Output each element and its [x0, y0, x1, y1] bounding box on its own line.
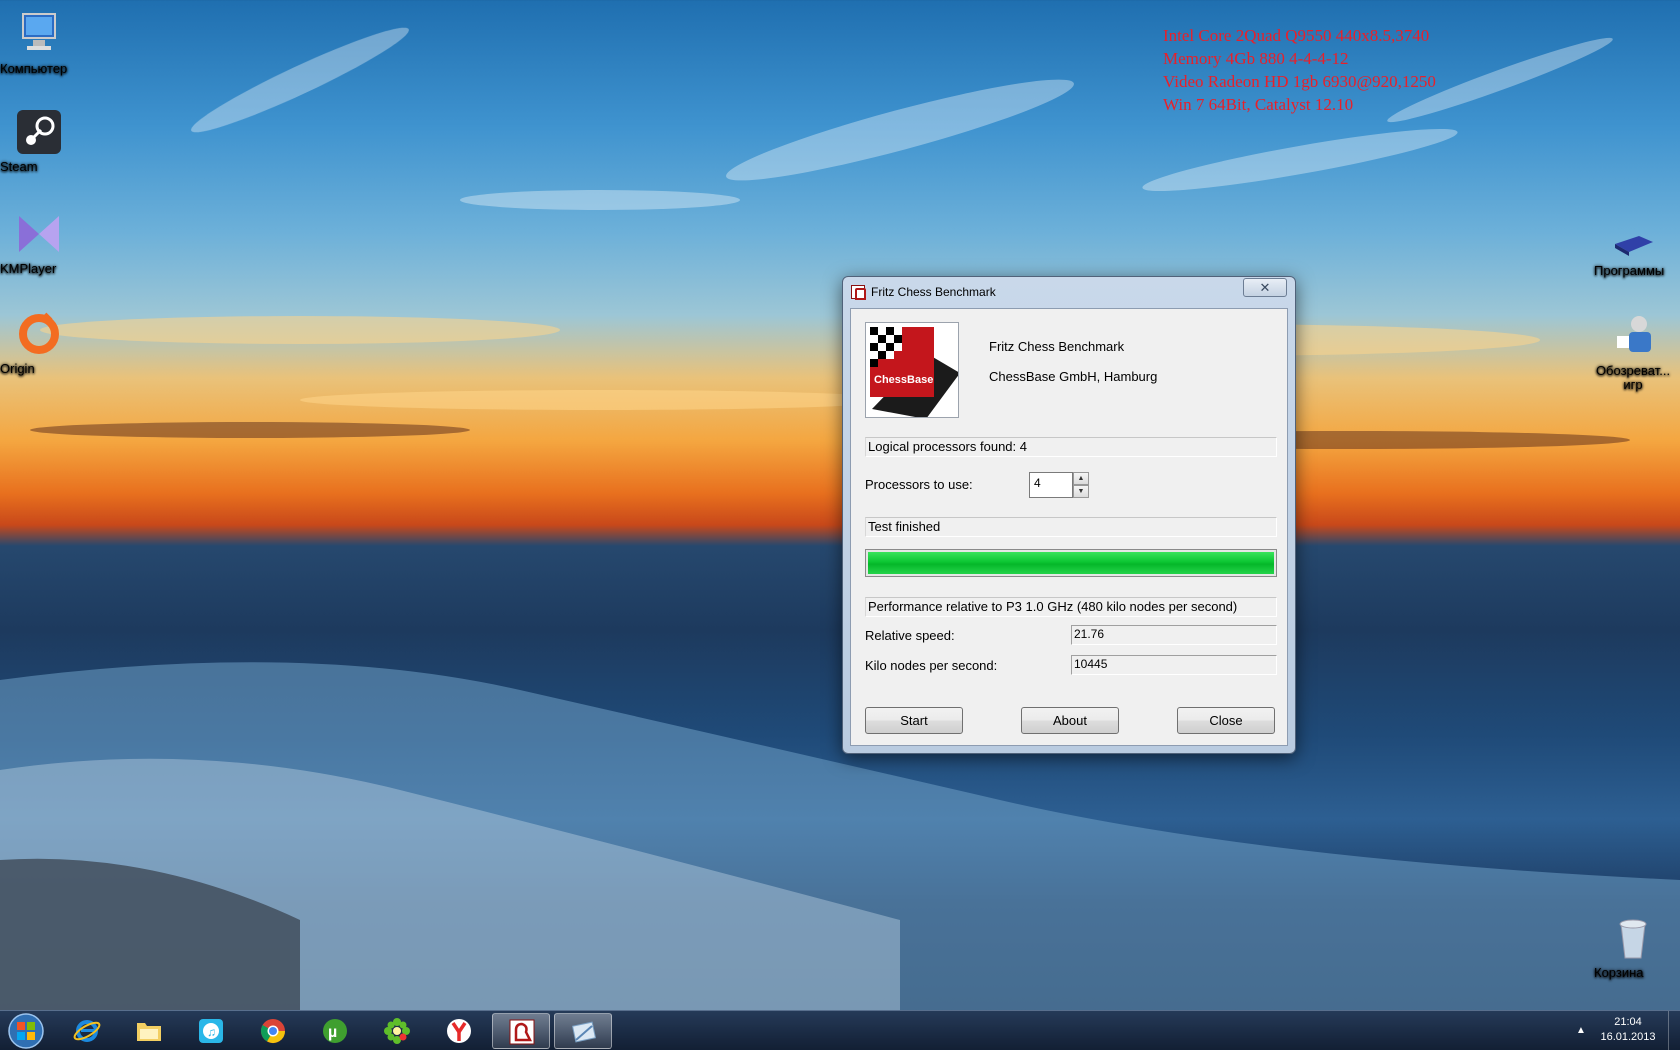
desktop-icon-label: Программы [1594, 263, 1665, 278]
desktop-icon-origin[interactable]: Origin [0, 310, 78, 376]
origin-icon [15, 310, 63, 358]
yandex-icon [445, 1017, 473, 1045]
ie-icon [73, 1017, 101, 1045]
desktop-icon-label: Обозреват... игр [1595, 363, 1671, 392]
benchmark-progress-bar [865, 549, 1277, 577]
processors-spinner[interactable]: 4 ▲ ▼ [1029, 472, 1089, 498]
start-button-orb[interactable] [6, 1012, 46, 1050]
svg-text:♫: ♫ [207, 1025, 216, 1039]
system-specs-overlay: Intel Core 2Quad Q9550 440x8.5,3740 Memo… [1163, 24, 1436, 116]
recycle-bin-icon [1609, 914, 1657, 962]
itunes-icon: ♫ [197, 1017, 225, 1045]
clock-date: 16.01.2013 [1600, 1031, 1656, 1043]
desktop-icon-computer[interactable]: Компьютер [0, 10, 78, 76]
specs-line-cpu: Intel Core 2Quad Q9550 440x8.5,3740 [1163, 26, 1430, 45]
folder-icon [135, 1017, 163, 1045]
games-explorer-icon [1609, 312, 1657, 360]
taskbar-icq[interactable] [368, 1013, 426, 1049]
progress-fill [868, 552, 1274, 574]
knps-label: Kilo nodes per second: [865, 658, 998, 673]
relative-speed-value: 21.76 [1071, 625, 1277, 645]
taskbar-itunes[interactable]: ♫ [182, 1013, 240, 1049]
performance-caption: Performance relative to P3 1.0 GHz (480 … [865, 597, 1277, 617]
steam-icon [15, 108, 63, 156]
specs-line-os: Win 7 64Bit, Catalyst 12.10 [1163, 95, 1354, 114]
taskbar-windows-explorer[interactable] [120, 1013, 178, 1049]
specs-line-video: Video Radeon HD 1gb 6930@920,1250 [1163, 72, 1436, 91]
spinner-down-button[interactable]: ▼ [1073, 485, 1089, 498]
logo-text: ChessBase [874, 374, 933, 386]
desktop-icon-games-explorer[interactable]: Обозреват... игр [1594, 312, 1672, 392]
desktop-icon-label: KMPlayer [0, 261, 57, 276]
taskbar-fritz-chess-benchmark[interactable] [492, 1013, 550, 1049]
desktop-icon-label: Компьютер [0, 61, 68, 76]
desktop-icon-kmplayer[interactable]: KMPlayer [0, 210, 78, 276]
chessbase-icon [851, 285, 866, 300]
desktop-icon-label: Steam [0, 159, 38, 174]
processors-to-use-label: Processors to use: [865, 477, 973, 492]
taskbar-yandex[interactable] [430, 1013, 488, 1049]
desktop-icon-programs[interactable]: Программы [1594, 230, 1672, 278]
desktop-icon-recycle-bin[interactable]: Корзина [1594, 914, 1672, 980]
taskbar-utorrent[interactable]: µ [306, 1013, 364, 1049]
window-close-button[interactable]: ✕ [1243, 278, 1287, 297]
fritz-benchmark-window: Fritz Chess Benchmark ✕ ChessBase Fritz … [842, 276, 1296, 754]
window-titlebar[interactable]: Fritz Chess Benchmark ✕ [843, 277, 1295, 305]
chrome-icon [259, 1017, 287, 1045]
chessbase-icon [508, 1018, 536, 1046]
knps-value: 10445 [1071, 655, 1277, 675]
company-label: ChessBase GmbH, Hamburg [989, 369, 1158, 384]
kmplayer-icon [15, 210, 63, 258]
logical-processors-text: Logical processors found: 4 [865, 437, 1277, 457]
spinner-up-button[interactable]: ▲ [1073, 472, 1089, 485]
tray-expand-icon[interactable]: ▲ [1576, 1025, 1586, 1036]
specs-line-memory: Memory 4Gb 880 4-4-4-12 [1163, 49, 1349, 68]
taskbar-internet-explorer[interactable] [58, 1013, 116, 1049]
computer-icon [15, 10, 63, 58]
icq-icon [383, 1017, 411, 1045]
show-desktop-button[interactable] [1668, 1011, 1680, 1050]
window-title: Fritz Chess Benchmark [871, 285, 996, 299]
ocean-surf [0, 662, 1680, 1010]
taskbar-snipping-tool[interactable] [554, 1013, 612, 1049]
system-clock[interactable]: 21:04 16.01.2013 [1594, 1015, 1662, 1045]
snipping-icon [570, 1018, 598, 1046]
close-button[interactable]: Close [1177, 707, 1275, 734]
status-text: Test finished [865, 517, 1277, 537]
chessbase-logo: ChessBase [865, 322, 959, 418]
taskbar: ♫ µ ▲ 21:04 16.01.2013 [0, 1010, 1680, 1050]
desktop-icon-label: Корзина [1594, 965, 1644, 980]
utorrent-icon: µ [321, 1017, 349, 1045]
window-client-area: ChessBase Fritz Chess Benchmark ChessBas… [850, 308, 1288, 746]
app-name-label: Fritz Chess Benchmark [989, 339, 1125, 354]
desktop-icon-steam[interactable]: Steam [0, 108, 78, 174]
processors-input[interactable]: 4 [1029, 472, 1073, 498]
about-button[interactable]: About [1021, 707, 1119, 734]
relative-speed-label: Relative speed: [865, 628, 955, 643]
svg-text:µ: µ [328, 1024, 337, 1041]
programs-icon [1609, 230, 1657, 260]
start-button[interactable]: Start [865, 707, 963, 734]
clock-time: 21:04 [1614, 1016, 1642, 1028]
desktop-icon-label: Origin [0, 361, 35, 376]
taskbar-chrome[interactable] [244, 1013, 302, 1049]
